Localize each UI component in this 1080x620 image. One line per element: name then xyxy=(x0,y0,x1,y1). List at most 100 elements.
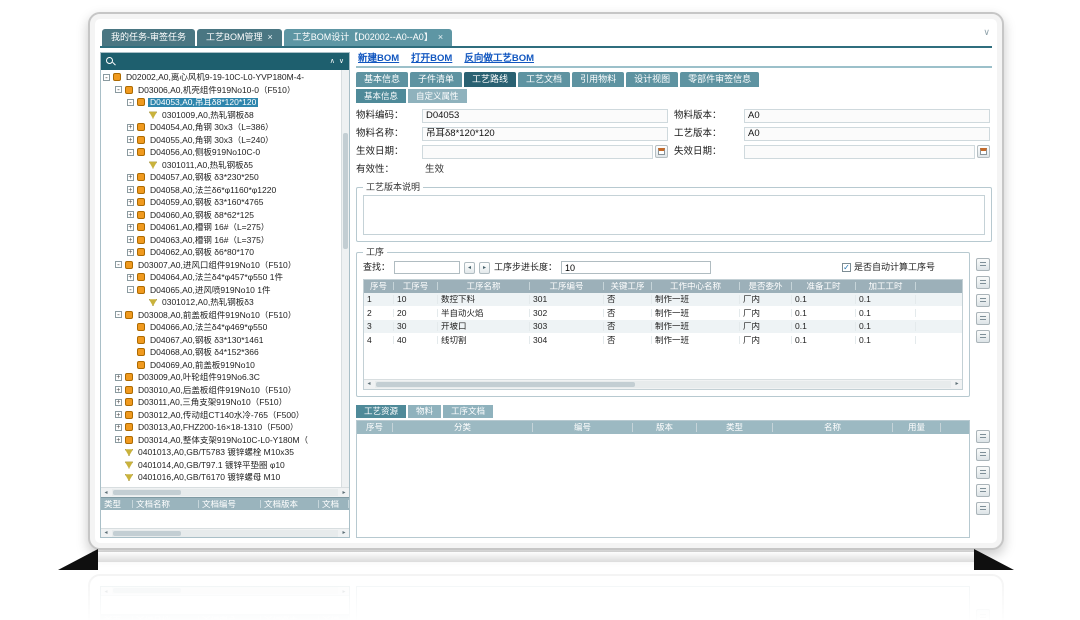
scrollbar-track[interactable] xyxy=(112,530,338,537)
table-horizontal-scrollbar[interactable]: ◂ ▸ xyxy=(364,379,962,389)
calendar-icon[interactable] xyxy=(977,145,990,158)
table-tool-button[interactable] xyxy=(976,294,990,307)
tree-item[interactable]: D03006,A0,机壳组件919No10-0（F510） xyxy=(101,84,341,97)
resource-tab[interactable]: 工艺资源 xyxy=(356,405,406,419)
action-link[interactable]: 打开BOM xyxy=(411,54,452,64)
scroll-left-icon[interactable]: ◂ xyxy=(364,381,374,387)
scrollbar-thumb[interactable] xyxy=(113,490,181,495)
expander-icon[interactable] xyxy=(115,311,122,318)
table-tool-button[interactable] xyxy=(976,466,990,479)
content-tab[interactable]: 零部件审签信息 xyxy=(680,72,759,87)
tree-item[interactable]: D04054,A0,角钢 30x3（L=386） xyxy=(101,121,341,134)
tree-item[interactable]: 0301009,A0,热轧钢板δ8 xyxy=(101,109,341,122)
tree-item[interactable]: 0301012,A0,热轧钢板δ3 xyxy=(101,296,341,309)
document-horizontal-scrollbar[interactable]: ◂ ▸ xyxy=(101,528,349,537)
expander-icon[interactable] xyxy=(115,461,122,468)
tree-item[interactable]: D04055,A0,角钢 30x3（L=240） xyxy=(101,134,341,147)
table-tool-button[interactable] xyxy=(976,502,990,515)
close-icon[interactable]: × xyxy=(438,33,443,42)
table-tool-button[interactable] xyxy=(976,258,990,271)
date-value[interactable] xyxy=(422,145,653,159)
tree-item[interactable]: D04062,A0,钢板 δ6*80*170 xyxy=(101,246,341,259)
chevron-up-icon[interactable]: ∧ xyxy=(330,58,335,65)
expander-icon[interactable] xyxy=(103,74,110,81)
tree-item[interactable]: D04065,A0,进风喷919No10 1件 xyxy=(101,284,341,297)
expander-icon[interactable] xyxy=(127,224,134,231)
tree-item[interactable]: D03007,A0,进风口组件919No10（F510） xyxy=(101,259,341,272)
checkbox-checked-icon[interactable]: ✓ xyxy=(842,263,851,272)
material-name-field[interactable]: 吊耳δ8*120*120 xyxy=(422,127,668,141)
expander-icon[interactable] xyxy=(127,199,134,206)
window-tab[interactable]: 工艺BOM管理 × xyxy=(197,29,282,46)
content-tab[interactable]: 工艺文档 xyxy=(518,72,570,87)
process-version-field[interactable]: A0 xyxy=(744,127,990,141)
chevron-down-icon[interactable]: ∨ xyxy=(339,58,344,65)
table-tool-button[interactable] xyxy=(976,448,990,461)
scroll-left-icon[interactable]: ◂ xyxy=(101,490,111,496)
expander-icon[interactable] xyxy=(115,449,122,456)
scroll-left-icon[interactable]: ◂ xyxy=(101,530,111,536)
tree-item[interactable]: D04058,A0,法兰δ6*φ1160*φ1220 xyxy=(101,184,341,197)
tree-item[interactable]: D04063,A0,槽钢 16#（L=375） xyxy=(101,234,341,247)
tree-item[interactable]: 0401013,A0,GB/T5783 镀锌螺栓 M10x35 xyxy=(101,446,341,459)
find-input[interactable] xyxy=(394,261,460,274)
expander-icon[interactable] xyxy=(127,236,134,243)
content-tab[interactable]: 设计视图 xyxy=(626,72,678,87)
scroll-right-icon[interactable]: ▸ xyxy=(339,490,349,496)
resource-tab[interactable]: 物料 xyxy=(408,405,441,419)
window-tab[interactable]: 工艺BOM设计【D02002--A0--A0】 × xyxy=(284,29,452,46)
tree-item[interactable]: D04066,A0,法兰δ4*φ469*φ550 xyxy=(101,321,341,334)
tree-item[interactable]: D03008,A0,前盖板组件919No10（F510） xyxy=(101,309,341,322)
tree-item[interactable]: D04067,A0,钢板 δ3*130*1461 xyxy=(101,334,341,347)
expander-icon[interactable] xyxy=(127,336,134,343)
chevron-down-icon[interactable]: ∨ xyxy=(983,28,990,37)
sub-tab[interactable]: 自定义属性 xyxy=(408,89,467,103)
tree-horizontal-scrollbar[interactable]: ◂ ▸ xyxy=(101,487,349,497)
process-row[interactable]: 330开坡口303否制作一班厂内0.10.1 xyxy=(364,320,962,334)
content-tab[interactable]: 基本信息 xyxy=(356,72,408,87)
process-row[interactable]: 110数控下料301否制作一班厂内0.10.1 xyxy=(364,293,962,307)
table-tool-button[interactable] xyxy=(976,484,990,497)
expander-icon[interactable] xyxy=(127,349,134,356)
expander-icon[interactable] xyxy=(115,374,122,381)
content-tab[interactable]: 子件清单 xyxy=(410,72,462,87)
tree-item[interactable]: D03011,A0,三角支架919No10（F510） xyxy=(101,396,341,409)
table-tool-button[interactable] xyxy=(976,276,990,289)
expander-icon[interactable] xyxy=(115,424,122,431)
window-tab[interactable]: 我的任务-审签任务 xyxy=(102,29,195,46)
expander-icon[interactable] xyxy=(127,186,134,193)
expander-icon[interactable] xyxy=(115,261,122,268)
expander-icon[interactable] xyxy=(127,211,134,218)
scroll-right-icon[interactable]: ▸ xyxy=(339,530,349,536)
expander-icon[interactable] xyxy=(115,399,122,406)
scrollbar-thumb[interactable] xyxy=(113,531,181,536)
tree-item[interactable]: D03009,A0,叶轮组件919No6.3C xyxy=(101,371,341,384)
calendar-icon[interactable] xyxy=(655,145,668,158)
material-version-field[interactable]: A0 xyxy=(744,109,990,123)
next-button[interactable]: ▸ xyxy=(479,262,490,274)
tree-item[interactable]: D04061,A0,槽钢 16#（L=275） xyxy=(101,221,341,234)
process-row[interactable]: 440线切割304否制作一班厂内0.10.1 xyxy=(364,333,962,347)
tree-item[interactable]: D03010,A0,后盖板组件919No10（F510） xyxy=(101,384,341,397)
expiry-date-field[interactable] xyxy=(744,145,990,159)
content-tab[interactable]: 引用物料 xyxy=(572,72,624,87)
auto-calc-checkbox[interactable]: ✓ 是否自动计算工序号 xyxy=(842,263,935,272)
date-value[interactable] xyxy=(744,145,975,159)
table-tool-button[interactable] xyxy=(976,312,990,325)
expander-icon[interactable] xyxy=(115,86,122,93)
expander-icon[interactable] xyxy=(115,411,122,418)
expander-icon[interactable] xyxy=(127,274,134,281)
expander-icon[interactable] xyxy=(139,161,146,168)
expander-icon[interactable] xyxy=(127,249,134,256)
close-icon[interactable]: × xyxy=(268,33,273,42)
scrollbar-track[interactable] xyxy=(375,381,951,388)
process-version-note-input[interactable] xyxy=(363,195,985,235)
expander-icon[interactable] xyxy=(139,111,146,118)
tree-item[interactable]: D04059,A0,钢板 δ3*160*4765 xyxy=(101,196,341,209)
expander-icon[interactable] xyxy=(127,124,134,131)
tree-item[interactable]: D03013,A0,FHZ200-16×18-1310（F500） xyxy=(101,421,341,434)
expander-icon[interactable] xyxy=(127,174,134,181)
tree-item[interactable]: D04064,A0,法兰δ4*φ457*φ550 1件 xyxy=(101,271,341,284)
tree-item[interactable]: D04069,A0,前盖板919No10 xyxy=(101,359,341,372)
tree-item[interactable]: D04053,A0,吊耳δ8*120*120 xyxy=(101,96,341,109)
